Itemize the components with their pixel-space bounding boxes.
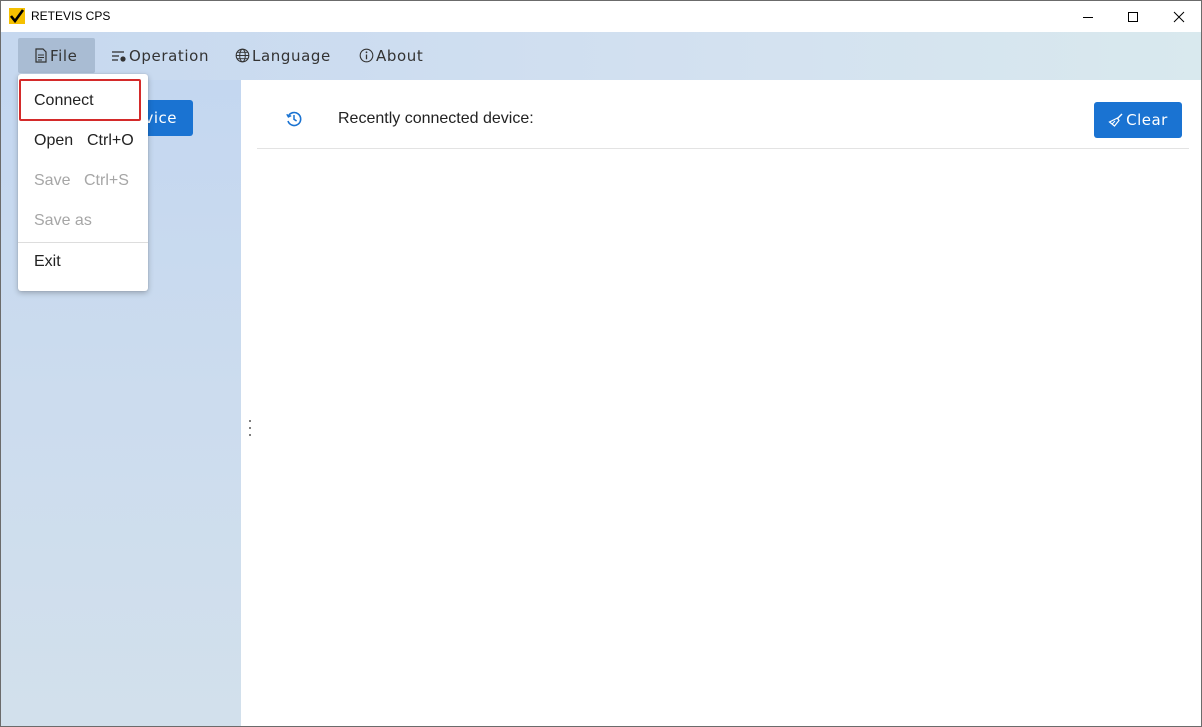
- menu-item-connect-label: Connect: [34, 92, 94, 109]
- menu-item-open-shortcut: Ctrl+O: [87, 132, 134, 149]
- menu-item-exit[interactable]: Exit: [18, 242, 148, 282]
- info-icon: [359, 48, 374, 63]
- recent-devices-label: Recently connected device:: [338, 110, 534, 127]
- menu-item-save-as-label: Save as: [34, 212, 92, 229]
- menu-item-open-label: Open: [34, 132, 74, 149]
- clear-button-label: Clear: [1126, 111, 1168, 129]
- menu-item-save-shortcut: Ctrl+S: [84, 172, 129, 189]
- menu-about[interactable]: About: [359, 38, 449, 73]
- menu-file-label: File: [50, 46, 78, 65]
- window-title: RETEVIS CPS: [31, 9, 111, 23]
- menu-file[interactable]: File: [18, 38, 95, 73]
- menu-about-label: About: [376, 46, 424, 65]
- close-button[interactable]: [1156, 1, 1201, 32]
- menu-operation[interactable]: Operation: [109, 38, 219, 73]
- clear-button[interactable]: Clear: [1094, 102, 1182, 138]
- title-bar: RETEVIS CPS: [1, 1, 1201, 32]
- maximize-button[interactable]: [1110, 1, 1156, 32]
- menu-bar: File Operation Language About: [1, 32, 1201, 80]
- minimize-button[interactable]: [1065, 1, 1111, 32]
- menu-language-label: Language: [252, 46, 331, 65]
- add-device-button-label: vice: [144, 109, 177, 127]
- app-window: RETEVIS CPS File Operation Language Abou…: [0, 0, 1202, 727]
- menu-item-exit-label: Exit: [34, 253, 61, 270]
- panel-resize-handle[interactable]: [247, 420, 253, 436]
- maximize-icon: [1128, 11, 1138, 22]
- menu-item-open[interactable]: Open Ctrl+O: [18, 121, 148, 161]
- history-clock-icon: [286, 111, 302, 127]
- menu-language[interactable]: Language: [235, 38, 345, 73]
- file-icon: [34, 48, 48, 63]
- menu-item-save-as[interactable]: Save as: [18, 201, 148, 241]
- file-dropdown-menu: Connect Open Ctrl+O Save Ctrl+S Save as …: [18, 74, 148, 291]
- main-panel: Recently connected device: Clear: [241, 80, 1201, 726]
- menu-operation-label: Operation: [129, 46, 210, 65]
- menu-item-save[interactable]: Save Ctrl+S: [18, 161, 148, 201]
- broom-icon: [1108, 112, 1124, 128]
- menu-item-connect[interactable]: Connect: [18, 79, 148, 121]
- menu-item-save-label: Save: [34, 172, 71, 189]
- recent-devices-header: Recently connected device: Clear: [257, 100, 1189, 149]
- operation-icon: [111, 49, 127, 63]
- minimize-icon: [1083, 16, 1093, 18]
- app-logo-icon: [9, 8, 25, 24]
- close-icon: [1173, 11, 1185, 22]
- globe-icon: [235, 48, 250, 63]
